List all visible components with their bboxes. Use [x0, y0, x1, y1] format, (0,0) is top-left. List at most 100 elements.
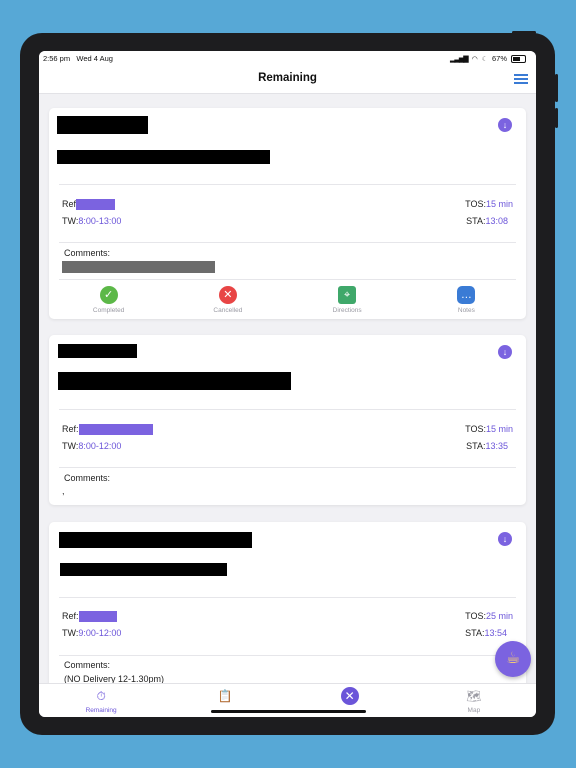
card-divider [59, 597, 516, 598]
map-icon: 🗺 [466, 689, 482, 703]
action-bar: ✓ Completed ✕ Cancelled ⌖ Directions … N… [49, 286, 526, 314]
tos-value: 15 min [485, 424, 513, 434]
completed-button[interactable]: ✓ Completed [64, 286, 154, 314]
card-divider [59, 184, 516, 185]
status-bar: 2:56 pm Wed 4 Aug ▂▃▅▇ ◠ ☾ 67% [39, 51, 536, 65]
stop-card[interactable]: ↓ Ref TOS:15 min TW:8:00-13:00 STA:13:08… [49, 108, 526, 319]
screen: 2:56 pm Wed 4 Aug ▂▃▅▇ ◠ ☾ 67% Remaining… [39, 51, 536, 717]
comment-redacted [62, 261, 215, 273]
tos-row: TOS:25 min [465, 611, 513, 621]
directions-label: Directions [332, 307, 362, 314]
break-coffee-button[interactable]: ☕ [495, 641, 531, 677]
expand-chevron-icon[interactable]: ↓ [498, 118, 512, 132]
chat-bubble-icon: … [457, 286, 476, 304]
nav-bar: Remaining [39, 65, 536, 94]
clipboard-check-icon: 📋 [217, 689, 233, 703]
tw-value: 8:00-13:00 [78, 216, 122, 226]
comments-label: Comments: [64, 660, 111, 670]
x-circle-icon: ✕ [340, 687, 359, 705]
sta-row: STA:13:54 [465, 628, 507, 638]
sta-row: STA:13:08 [466, 216, 508, 226]
expand-chevron-icon[interactable]: ↓ [498, 345, 512, 359]
ref-value-redacted [78, 424, 153, 436]
battery-percent: 67% [491, 54, 507, 63]
coffee-cup-icon: ☕ [505, 650, 521, 667]
page-title: Remaining [258, 72, 317, 84]
tw-label: TW: [62, 216, 79, 226]
hamburger-menu-icon[interactable] [514, 74, 528, 84]
completed-label: Completed [92, 307, 125, 314]
tw-label: TW: [62, 628, 79, 638]
tab-map[interactable]: 🗺 Map [412, 684, 536, 717]
cancelled-label: Cancelled [213, 307, 243, 314]
sta-row: STA:13:35 [466, 441, 508, 451]
device-top-button [512, 31, 536, 34]
ref-row: Ref: [62, 424, 153, 436]
ref-row: Ref [62, 199, 116, 211]
map-pin-icon: ⌖ [338, 286, 357, 304]
tos-label: TOS: [465, 199, 486, 209]
comment-text: , [62, 486, 65, 496]
comments-label: Comments: [64, 248, 111, 258]
tw-row: TW:9:00-12:00 [62, 628, 121, 638]
status-date: Wed 4 Aug [76, 54, 113, 63]
moon-icon: ☾ [481, 55, 488, 63]
sta-label: STA: [465, 628, 485, 638]
tab-remaining[interactable]: ⏱ Remaining [39, 684, 163, 717]
redacted-customer-name [58, 344, 137, 358]
redacted-address [60, 563, 227, 576]
ref-label: Ref: [62, 611, 79, 621]
home-indicator[interactable] [211, 710, 366, 713]
ref-value-redacted [78, 611, 117, 623]
stop-card[interactable]: ↓ Ref: TOS:15 min TW:8:00-12:00 STA:13:3… [49, 335, 526, 505]
device-volume-button [555, 108, 558, 128]
tos-value: 15 min [485, 199, 513, 209]
tos-label: TOS: [465, 611, 486, 621]
redacted-customer-name [57, 116, 148, 134]
directions-button[interactable]: ⌖ Directions [302, 286, 392, 314]
sta-label: STA: [466, 441, 486, 451]
tab-bar: ⏱ Remaining 📋 ✕ 🗺 Map [39, 683, 536, 717]
sta-value: 13:08 [485, 216, 508, 226]
card-divider [59, 655, 516, 656]
ref-label: Ref [62, 199, 77, 209]
sta-value: 13:54 [484, 628, 507, 638]
redacted-address [57, 150, 270, 164]
card-divider [59, 467, 516, 468]
comments-label: Comments: [64, 473, 111, 483]
x-circle-icon: ✕ [218, 286, 237, 304]
check-circle-icon: ✓ [99, 286, 118, 304]
notes-label: Notes [457, 307, 475, 314]
redacted-customer-name [59, 532, 252, 548]
card-divider [59, 279, 516, 280]
tab-map-label: Map [467, 707, 481, 714]
card-divider [59, 242, 516, 243]
device-side-button [555, 74, 558, 102]
tw-row: TW:8:00-12:00 [62, 441, 121, 451]
tab-remaining-label: Remaining [85, 707, 117, 714]
sta-value: 13:35 [485, 441, 508, 451]
sta-label: STA: [466, 216, 486, 226]
notes-button[interactable]: … Notes [421, 286, 511, 314]
redacted-address [58, 372, 291, 390]
ref-value-redacted [76, 199, 116, 211]
tos-row: TOS:15 min [465, 199, 513, 209]
tos-label: TOS: [465, 424, 486, 434]
cancelled-button[interactable]: ✕ Cancelled [183, 286, 273, 314]
card-divider [59, 409, 516, 410]
expand-chevron-icon[interactable]: ↓ [498, 532, 512, 546]
signal-icon: ▂▃▅▇ [450, 55, 469, 63]
stop-card[interactable]: ↓ Ref: TOS:25 min TW:9:00-12:00 STA:13:5… [49, 522, 526, 692]
tos-value: 25 min [485, 611, 513, 621]
status-time: 2:56 pm [43, 54, 71, 63]
wifi-icon: ◠ [471, 55, 478, 63]
tw-row: TW:8:00-13:00 [62, 216, 121, 226]
tw-label: TW: [62, 441, 79, 451]
tw-value: 9:00-12:00 [78, 628, 122, 638]
ref-label: Ref: [62, 424, 79, 434]
battery-icon [511, 54, 526, 63]
ref-row: Ref: [62, 611, 117, 623]
stopwatch-icon: ⏱ [96, 689, 106, 703]
tw-value: 8:00-12:00 [78, 441, 122, 451]
tos-row: TOS:15 min [465, 424, 513, 434]
